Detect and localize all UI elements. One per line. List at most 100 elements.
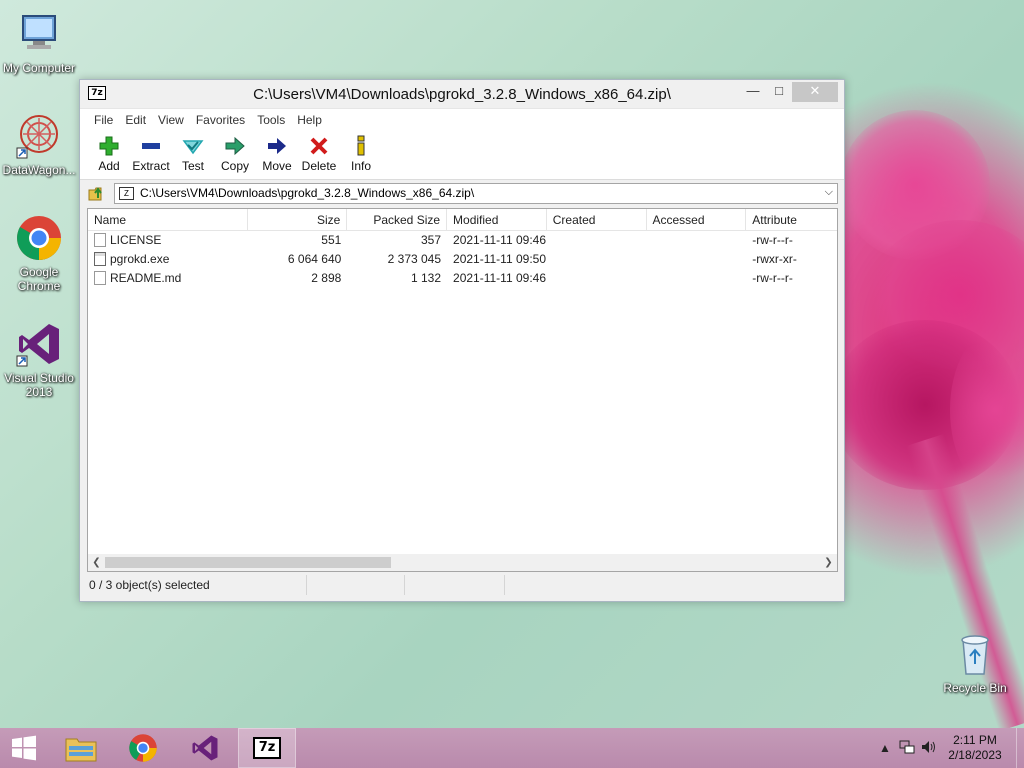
computer-icon	[15, 10, 63, 58]
menu-tools[interactable]: Tools	[251, 113, 291, 127]
col-header-accessed[interactable]: Accessed	[647, 209, 747, 230]
show-hidden-icons-icon[interactable]: ▲	[874, 741, 896, 755]
scroll-right-icon[interactable]: ❯	[820, 557, 837, 568]
desktop-icon-label: DataWagon...	[2, 163, 76, 177]
file-size: 6 064 640	[287, 252, 342, 266]
desktop-icon-label: Google Chrome	[17, 265, 61, 293]
address-bar: Z C:\Users\VM4\Downloads\pgrokd_3.2.8_Wi…	[80, 180, 844, 206]
menu-file[interactable]: File	[88, 113, 119, 127]
window-title: C:\Users\VM4\Downloads\pgrokd_3.2.8_Wind…	[253, 86, 671, 103]
file-packed-size: 1 132	[411, 271, 442, 285]
scroll-left-icon[interactable]: ❮	[88, 557, 105, 568]
file-row[interactable]: LICENSE 551 357 2021-11-11 09:46 -rw-r--…	[88, 231, 837, 250]
file-name: LICENSE	[110, 233, 162, 247]
move-button[interactable]: Move	[256, 130, 298, 173]
menu-edit[interactable]: Edit	[119, 113, 152, 127]
extract-icon	[130, 135, 172, 157]
copy-icon	[214, 135, 256, 157]
file-attributes: -rwxr-xr-	[752, 252, 797, 266]
menu-help[interactable]: Help	[291, 113, 328, 127]
close-button[interactable]: ✕	[792, 82, 838, 102]
taskbar-visual-studio[interactable]	[176, 728, 234, 768]
file-row[interactable]: README.md 2 898 1 132 2021-11-11 09:46 -…	[88, 269, 837, 288]
maximize-button[interactable]: □	[766, 82, 792, 102]
add-icon	[88, 135, 130, 157]
up-folder-button[interactable]	[86, 183, 108, 203]
file-row[interactable]: pgrokd.exe 6 064 640 2 373 045 2021-11-1…	[88, 250, 837, 269]
file-modified: 2021-11-11 09:50	[453, 252, 546, 266]
horizontal-scrollbar[interactable]: ❮ ❯	[88, 554, 837, 571]
scroll-thumb[interactable]	[105, 557, 391, 568]
chrome-icon	[15, 214, 63, 262]
test-label: Test	[181, 159, 204, 173]
status-selection: 0 / 3 object(s) selected	[87, 575, 307, 595]
title-bar[interactable]: 7z C:\Users\VM4\Downloads\pgrokd_3.2.8_W…	[80, 80, 844, 108]
file-attributes: -rw-r--r-	[752, 233, 793, 247]
menu-favorites[interactable]: Favorites	[190, 113, 251, 127]
datawagon-icon	[15, 112, 63, 160]
recycle-bin-icon	[951, 630, 999, 678]
system-tray: ▲ 2:11 PM 2/18/2023	[874, 728, 1024, 768]
col-header-name[interactable]: Name	[88, 209, 248, 230]
desktop-icon-google-chrome[interactable]: Google Chrome	[0, 214, 78, 293]
taskbar-chrome[interactable]	[114, 728, 172, 768]
delete-icon	[298, 135, 340, 157]
menu-bar: File Edit View Favorites Tools Help	[80, 108, 844, 130]
file-icon	[94, 233, 106, 247]
chevron-down-icon[interactable]: ⌵	[825, 186, 833, 199]
status-bar: 0 / 3 object(s) selected	[87, 575, 838, 595]
info-button[interactable]: Info	[340, 130, 382, 173]
copy-label: Copy	[220, 159, 249, 173]
delete-button[interactable]: Delete	[298, 130, 340, 173]
extract-button[interactable]: Extract	[130, 130, 172, 173]
7zip-taskbar-icon: 7z	[253, 737, 281, 759]
7zip-window: 7z C:\Users\VM4\Downloads\pgrokd_3.2.8_W…	[79, 79, 845, 602]
copy-button[interactable]: Copy	[214, 130, 256, 173]
menu-view[interactable]: View	[152, 113, 190, 127]
clock-time: 2:11 PM	[953, 733, 997, 747]
address-path-text: C:\Users\VM4\Downloads\pgrokd_3.2.8_Wind…	[140, 186, 475, 200]
test-icon	[172, 135, 214, 157]
add-button[interactable]: Add	[88, 130, 130, 173]
file-packed-size: 2 373 045	[387, 252, 442, 266]
desktop-icon-recycle-bin[interactable]: Recycle Bin	[936, 630, 1014, 695]
file-size: 551	[321, 233, 342, 247]
move-label: Move	[262, 159, 292, 173]
col-header-created[interactable]: Created	[547, 209, 647, 230]
desktop-icon-my-computer[interactable]: My Computer	[0, 10, 78, 75]
desktop-icon-visual-studio[interactable]: Visual Studio 2013	[0, 320, 78, 399]
file-name: README.md	[110, 271, 182, 285]
show-desktop-button[interactable]	[1016, 728, 1024, 768]
col-header-packed-size[interactable]: Packed Size	[347, 209, 448, 230]
file-accessed	[647, 250, 747, 269]
file-packed-size: 357	[421, 233, 442, 247]
scroll-track[interactable]	[105, 554, 820, 571]
clock[interactable]: 2:11 PM 2/18/2023	[940, 733, 1010, 763]
taskbar-7zip[interactable]: 7z	[238, 728, 296, 768]
test-button[interactable]: Test	[172, 130, 214, 173]
file-attributes: -rw-r--r-	[752, 271, 793, 285]
file-created	[547, 269, 647, 288]
desktop-icon-datawagon[interactable]: DataWagon...	[0, 112, 78, 177]
file-name: pgrokd.exe	[110, 252, 170, 266]
clock-date: 2/18/2023	[948, 748, 1002, 762]
network-icon[interactable]	[896, 740, 918, 757]
address-path-field[interactable]: Z C:\Users\VM4\Downloads\pgrokd_3.2.8_Wi…	[114, 182, 838, 204]
info-label: Info	[350, 159, 371, 173]
windows-logo-icon	[12, 735, 36, 761]
executable-icon	[94, 252, 106, 266]
status-cell-size	[307, 575, 405, 595]
file-list-header: Name Size Packed Size Modified Created A…	[88, 209, 837, 231]
col-header-attributes[interactable]: Attribute	[746, 209, 837, 230]
delete-label: Delete	[301, 159, 337, 173]
start-button[interactable]	[0, 728, 48, 768]
col-header-size[interactable]: Size	[248, 209, 348, 230]
taskbar-file-explorer[interactable]	[52, 728, 110, 768]
volume-icon[interactable]	[918, 740, 940, 757]
desktop-icon-label: Visual Studio 2013	[4, 371, 74, 399]
file-icon	[94, 271, 106, 285]
minimize-button[interactable]: —	[740, 82, 766, 102]
file-list: Name Size Packed Size Modified Created A…	[87, 208, 838, 572]
folder-up-icon	[88, 187, 102, 201]
col-header-modified[interactable]: Modified	[447, 209, 547, 230]
